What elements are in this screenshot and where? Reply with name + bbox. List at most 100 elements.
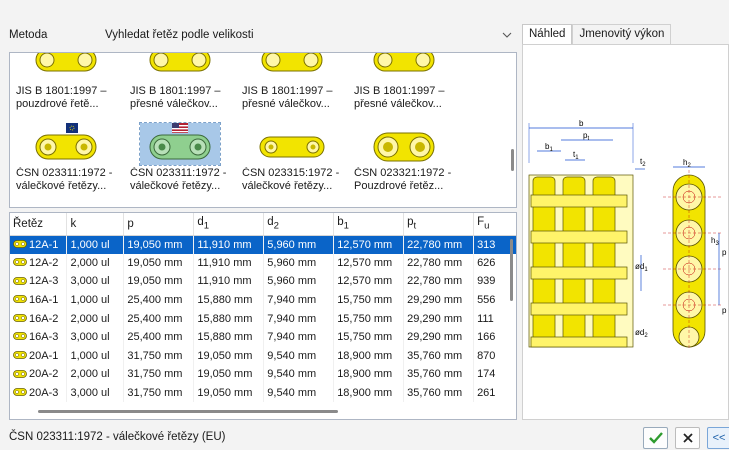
collapse-button[interactable]: << — [707, 427, 729, 449]
tile-caption-line2: válečkové řetězy... — [16, 180, 107, 192]
chain-icon — [13, 388, 27, 397]
cell-d2: 5,960 mm — [263, 253, 335, 273]
table-header-row: Řetěz k p d1 d2 b1 pt Fu — [10, 213, 516, 236]
gallery-tile[interactable]: JIS B 1801:1997 – pouzdrové řetě... — [12, 53, 122, 111]
cell-d2: 9,540 mm — [263, 383, 335, 403]
gallery-tile[interactable]: JIS B 1801:1997 – přesné válečkov... — [126, 53, 236, 111]
cancel-button[interactable] — [675, 427, 700, 449]
tile-caption-line2: přesné válečkov... — [130, 98, 218, 110]
tile-caption-line1: JIS B 1801:1997 – — [242, 85, 333, 97]
method-selected-value: Vyhledat řetěz podle velikosti — [105, 29, 254, 41]
method-label: Metoda — [9, 29, 48, 41]
chain-icon — [13, 351, 27, 359]
cell-b1: 18,900 mm — [333, 383, 405, 403]
table-row[interactable]: 12A-2 2,000 ul 19,050 mm 11,910 mm 5,960 mm 1… — [10, 253, 516, 273]
cell-p: 25,400 mm — [123, 327, 195, 347]
gallery-tile[interactable]: ČSN 023315:1972 - válečkové řetězy... — [238, 123, 348, 193]
table-row[interactable]: 20A-1 1,000 ul 31,750 mm 19,050 mm 9,540 mm 1… — [10, 346, 516, 366]
cell-p: 19,050 mm — [123, 253, 195, 273]
gallery-scrollbar[interactable] — [511, 149, 514, 171]
col-header-d2[interactable]: d2 — [263, 213, 335, 236]
table-row[interactable]: 12A-1 1,000 ul 19,050 mm 11,910 mm 5,960 mm 1… — [10, 235, 516, 254]
table-row[interactable]: 20A-3 3,000 ul 31,750 mm 19,050 mm 9,540 mm 1… — [10, 383, 516, 403]
col-header-pt[interactable]: pt — [403, 213, 475, 236]
chain-dimension-diagram: b pt b1 t1 t2 ød1 ød2 h2 h3 p p — [528, 119, 727, 350]
tab-nominal-power[interactable]: Jmenovitý výkon — [572, 24, 672, 45]
tile-caption-line1: ČSN 023315:1972 - — [242, 167, 340, 179]
cell-d1: 11,910 mm — [193, 272, 265, 291]
chain-link-icon — [259, 136, 325, 158]
cell-k: 2,000 ul — [66, 365, 125, 384]
cell-d1: 19,050 mm — [193, 346, 265, 366]
cell-d2: 9,540 mm — [263, 346, 335, 366]
cell-chain-name: 20A-1 — [10, 346, 68, 366]
chain-link-icon — [139, 122, 221, 166]
method-select[interactable]: Vyhledat řetěz podle velikosti — [101, 25, 516, 45]
ok-button[interactable] — [643, 427, 668, 449]
gallery-tile-selected[interactable]: ČSN 023311:1972 - válečkové řetězy... — [126, 122, 236, 193]
cell-p: 19,050 mm — [123, 272, 195, 291]
col-header-fu[interactable]: Fu — [473, 213, 516, 236]
cell-chain-name: 12A-2 — [10, 253, 68, 273]
cell-b1: 12,570 mm — [333, 253, 405, 273]
dim-pt-label: pt — [583, 131, 589, 142]
cell-d1: 19,050 mm — [193, 365, 265, 384]
col-header-k[interactable]: k — [66, 213, 125, 236]
cell-d2: 5,960 mm — [263, 235, 335, 254]
table-row[interactable]: 12A-3 3,000 ul 19,050 mm 11,910 mm 5,960 mm 1… — [10, 272, 516, 291]
col-header-p[interactable]: p — [123, 213, 195, 236]
cell-b1: 12,570 mm — [333, 235, 405, 254]
cell-chain-name: 20A-3 — [10, 383, 68, 403]
table-row[interactable]: 16A-3 3,000 ul 25,400 mm 15,880 mm 7,940 mm 1… — [10, 327, 516, 347]
cell-d2: 7,940 mm — [263, 309, 335, 328]
gallery-tile[interactable]: JIS B 1801:1997 – přesné válečkov... — [238, 53, 348, 111]
chain-table: Řetěz k p d1 d2 b1 pt Fu 12A-1 1,000 ul 19… — [9, 212, 517, 420]
cell-k: 3,000 ul — [66, 272, 125, 291]
cell-d1: 15,880 mm — [193, 327, 265, 347]
dim-t1-label: t1 — [573, 150, 579, 161]
cell-d1: 11,910 mm — [193, 253, 265, 273]
tile-caption-line2: válečkové řetězy... — [130, 180, 221, 192]
tab-preview[interactable]: Náhled — [522, 24, 573, 45]
cell-d2: 7,940 mm — [263, 290, 335, 310]
table-row[interactable]: 16A-2 2,000 ul 25,400 mm 15,880 mm 7,940 mm 1… — [10, 309, 516, 328]
cell-k: 1,000 ul — [66, 235, 125, 254]
tile-caption-line1: JIS B 1801:1997 – — [16, 85, 107, 97]
col-header-chain[interactable]: Řetěz — [10, 213, 68, 236]
cell-p: 31,750 mm — [123, 365, 195, 384]
chain-link-icon — [373, 53, 435, 72]
cell-fu: 870 — [473, 346, 516, 366]
table-vertical-scrollbar[interactable] — [510, 239, 513, 301]
col-header-d1[interactable]: d1 — [193, 213, 265, 236]
cell-pt: 35,760 mm — [403, 365, 475, 384]
cell-b1: 15,750 mm — [333, 290, 405, 310]
cell-pt: 35,760 mm — [403, 383, 475, 403]
cell-chain-name: 12A-3 — [10, 272, 68, 291]
cell-pt: 22,780 mm — [403, 272, 475, 291]
cell-d1: 15,880 mm — [193, 290, 265, 310]
tile-caption-line2: přesné válečkov... — [242, 98, 330, 110]
table-row[interactable]: 16A-1 1,000 ul 25,400 mm 15,880 mm 7,940 mm 1… — [10, 290, 516, 310]
gallery-tile[interactable]: ČSN 023321:1972 - Pouzdrové řetěz... — [350, 123, 460, 193]
cell-d1: 15,880 mm — [193, 309, 265, 328]
chain-link-icon — [261, 53, 323, 72]
cell-d1: 11,910 mm — [193, 235, 265, 254]
col-header-b1[interactable]: b1 — [333, 213, 405, 236]
method-row: Metoda Vyhledat řetěz podle velikosti — [9, 25, 516, 45]
chain-icon — [13, 332, 27, 341]
table-row[interactable]: 20A-2 2,000 ul 31,750 mm 19,050 mm 9,540 mm 1… — [10, 365, 516, 384]
cell-chain-name: 20A-2 — [10, 365, 68, 384]
gallery-tile[interactable]: ČSN 023311:1972 - válečkové řetězy... — [12, 123, 122, 193]
tile-caption-line1: ČSN 023311:1972 - — [16, 167, 113, 179]
chain-link-icon — [35, 123, 97, 160]
table-horizontal-scrollbar[interactable] — [38, 410, 338, 413]
gallery-tile[interactable]: JIS B 1801:1997 – přesné válečkov... — [350, 53, 460, 111]
dim-t2-label: t2 — [640, 157, 646, 168]
cell-b1: 15,750 mm — [333, 327, 405, 347]
chain-dialog: Metoda Vyhledat řetěz podle velikosti JI… — [0, 0, 729, 450]
cell-d2: 9,540 mm — [263, 365, 335, 384]
cell-k: 3,000 ul — [66, 327, 125, 347]
cell-d2: 5,960 mm — [263, 272, 335, 291]
dim-p-label-2: p — [722, 306, 727, 315]
close-icon — [682, 433, 693, 443]
